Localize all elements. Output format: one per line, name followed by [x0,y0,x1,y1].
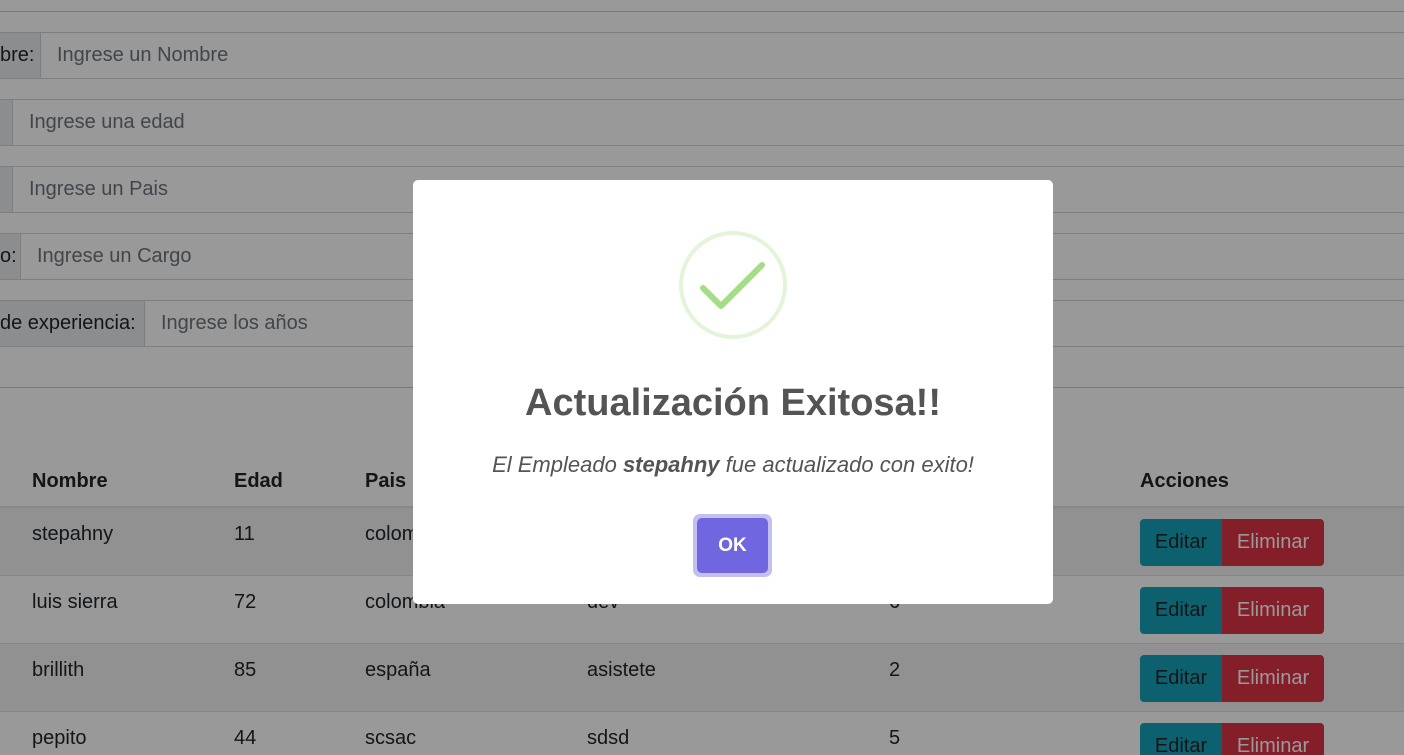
dialog-title: Actualización Exitosa!! [525,382,941,424]
success-dialog: Actualización Exitosa!! El Empleado step… [413,180,1053,604]
dialog-message-suffix: fue actualizado con exito! [719,452,974,477]
ok-button[interactable]: OK [697,518,768,573]
dialog-employee-name: stepahny [622,452,720,477]
ok-button-focus-ring: OK [693,514,772,577]
dialog-message: El Empleado stepahny fue actualizado con… [413,452,1053,478]
dialog-message-prefix: El Empleado [492,452,623,477]
success-check-icon [678,230,788,340]
app-root: bre: o: de experiencia: Nombre Edad Pais [0,0,1404,755]
